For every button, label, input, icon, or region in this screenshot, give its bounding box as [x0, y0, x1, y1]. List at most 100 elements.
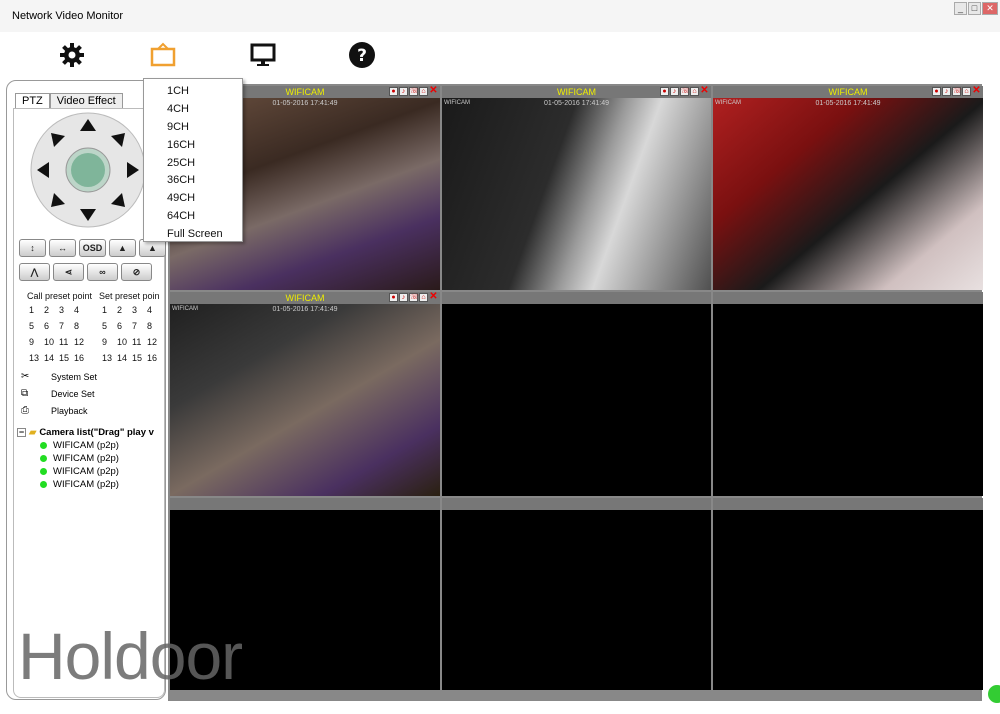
call-preset-8[interactable]: 8 — [74, 321, 89, 331]
set-preset-16[interactable]: 16 — [147, 353, 162, 363]
playback-link[interactable]: ⎙ Playback — [21, 402, 97, 419]
call-preset-15[interactable]: 15 — [59, 353, 74, 363]
gear-icon[interactable] — [57, 40, 87, 70]
call-preset-10[interactable]: 10 — [44, 337, 59, 347]
set-preset-1[interactable]: 1 — [102, 305, 117, 315]
call-preset-3[interactable]: 3 — [59, 305, 74, 315]
close-button[interactable]: ✕ — [982, 2, 998, 15]
settings-links: ✂ System Set ⧉ Device Set ⎙ Playback — [21, 368, 97, 419]
menu-item-49ch[interactable]: 49CH — [144, 189, 242, 207]
close-icon[interactable]: ✕ — [429, 86, 438, 96]
system-set-link[interactable]: ✂ System Set — [21, 368, 97, 385]
record-icon[interactable]: ● — [389, 293, 398, 302]
menu-item-9ch[interactable]: 9CH — [144, 118, 242, 136]
video-feed: 01-05-2016 17:41:49 WIFICAM — [442, 98, 711, 290]
call-preset-5[interactable]: 5 — [29, 321, 44, 331]
call-preset-12[interactable]: 12 — [74, 337, 89, 347]
ptz-direction-wheel[interactable] — [29, 111, 147, 229]
ptz-button-row-2: ⋀ ⋖ ∞ ⊘ — [19, 263, 152, 281]
vertical-cruise-button[interactable]: ⋀ — [19, 263, 50, 281]
monitor-icon[interactable] — [248, 40, 278, 70]
snapshot-icon[interactable]: ⌂ — [962, 87, 971, 96]
call-preset-16[interactable]: 16 — [74, 353, 89, 363]
snapshot-icon[interactable]: ⌂ — [419, 87, 428, 96]
menu-item-16ch[interactable]: 16CH — [144, 136, 242, 154]
snapshot-icon[interactable]: ⌂ — [690, 87, 699, 96]
menu-item-25ch[interactable]: 25CH — [144, 154, 242, 172]
tab-video-effect[interactable]: Video Effect — [49, 93, 123, 109]
call-preset-6[interactable]: 6 — [44, 321, 59, 331]
video-cell[interactable] — [713, 292, 983, 496]
video-cell[interactable] — [442, 292, 711, 496]
call-preset-9[interactable]: 9 — [29, 337, 44, 347]
vertical-flip-button[interactable]: ↕ — [19, 239, 46, 257]
call-preset-7[interactable]: 7 — [59, 321, 74, 331]
menu-item-64ch[interactable]: 64CH — [144, 207, 242, 225]
close-icon[interactable]: ✕ — [429, 292, 438, 302]
video-cell[interactable] — [442, 498, 711, 690]
device-icon: ⧉ — [21, 388, 29, 399]
set-preset-12[interactable]: 12 — [147, 337, 162, 347]
loop-button[interactable]: ∞ — [87, 263, 118, 281]
tab-ptz[interactable]: PTZ — [15, 93, 50, 109]
video-cell[interactable]: 01-05-2016 17:41:49 WIFICAM WIFICAM ●♪☏⌂✕ — [170, 292, 440, 496]
talk-icon[interactable]: ☏ — [409, 87, 419, 96]
talk-icon[interactable]: ☏ — [680, 87, 690, 96]
audio-icon[interactable]: ♪ — [399, 87, 408, 96]
video-cell[interactable] — [713, 498, 983, 690]
ir-button[interactable]: ⊘ — [121, 263, 152, 281]
close-icon[interactable]: ✕ — [972, 86, 981, 96]
close-icon[interactable]: ✕ — [700, 86, 709, 96]
osd-button[interactable]: OSD — [79, 239, 106, 257]
talk-icon[interactable]: ☏ — [952, 87, 962, 96]
set-preset-2[interactable]: 2 — [117, 305, 132, 315]
snapshot-icon[interactable]: ⌂ — [419, 293, 428, 302]
set-preset-11[interactable]: 11 — [132, 337, 147, 347]
call-preset-4[interactable]: 4 — [74, 305, 89, 315]
video-timestamp: 01-05-2016 17:41:49 — [544, 100, 609, 107]
set-preset-14[interactable]: 14 — [117, 353, 132, 363]
camera-item[interactable]: WIFICAM (p2p) — [34, 465, 154, 478]
talk-icon[interactable]: ☏ — [409, 293, 419, 302]
video-cell[interactable]: 01-05-2016 17:41:49 WIFICAM WIFICAM ●♪☏⌂✕ — [442, 86, 711, 290]
set-preset-4[interactable]: 4 — [147, 305, 162, 315]
collapse-icon[interactable]: − — [17, 427, 26, 437]
audio-icon[interactable]: ♪ — [670, 87, 679, 96]
set-preset-9[interactable]: 9 — [102, 337, 117, 347]
minimize-button[interactable]: _ — [954, 2, 967, 15]
set-preset-5[interactable]: 5 — [102, 321, 117, 331]
menu-item-1ch[interactable]: 1CH — [144, 82, 242, 100]
call-preset-11[interactable]: 11 — [59, 337, 74, 347]
menu-item-4ch[interactable]: 4CH — [144, 100, 242, 118]
audio-icon[interactable]: ♪ — [399, 293, 408, 302]
call-preset-2[interactable]: 2 — [44, 305, 59, 315]
video-cell[interactable]: 01-05-2016 17:41:49 WIFICAM WIFICAM ●♪☏⌂✕ — [713, 86, 983, 290]
set-preset-6[interactable]: 6 — [117, 321, 132, 331]
camera-item[interactable]: WIFICAM (p2p) — [34, 478, 154, 491]
call-preset-1[interactable]: 1 — [29, 305, 44, 315]
maximize-button[interactable]: □ — [968, 2, 981, 15]
set-preset-8[interactable]: 8 — [147, 321, 162, 331]
set-preset-10[interactable]: 10 — [117, 337, 132, 347]
menu-item-36ch[interactable]: 36CH — [144, 171, 242, 189]
call-preset-13[interactable]: 13 — [29, 353, 44, 363]
menu-item-full-screen[interactable]: Full Screen — [144, 225, 242, 243]
record-icon[interactable]: ● — [932, 87, 941, 96]
camera-list-root[interactable]: − ▰ Camera list("Drag" play v — [17, 425, 154, 439]
zoom-in-button[interactable]: ▲ — [109, 239, 136, 257]
set-preset-13[interactable]: 13 — [102, 353, 117, 363]
horizontal-flip-button[interactable]: ↔ — [49, 239, 76, 257]
set-preset-7[interactable]: 7 — [132, 321, 147, 331]
camera-item[interactable]: WIFICAM (p2p) — [34, 439, 154, 452]
horizontal-cruise-button[interactable]: ⋖ — [53, 263, 84, 281]
layout-icon[interactable] — [148, 40, 178, 70]
help-icon[interactable]: ? — [347, 40, 377, 70]
device-set-link[interactable]: ⧉ Device Set — [21, 385, 97, 402]
set-preset-3[interactable]: 3 — [132, 305, 147, 315]
audio-icon[interactable]: ♪ — [942, 87, 951, 96]
record-icon[interactable]: ● — [660, 87, 669, 96]
set-preset-15[interactable]: 15 — [132, 353, 147, 363]
call-preset-14[interactable]: 14 — [44, 353, 59, 363]
record-icon[interactable]: ● — [389, 87, 398, 96]
camera-item[interactable]: WIFICAM (p2p) — [34, 452, 154, 465]
